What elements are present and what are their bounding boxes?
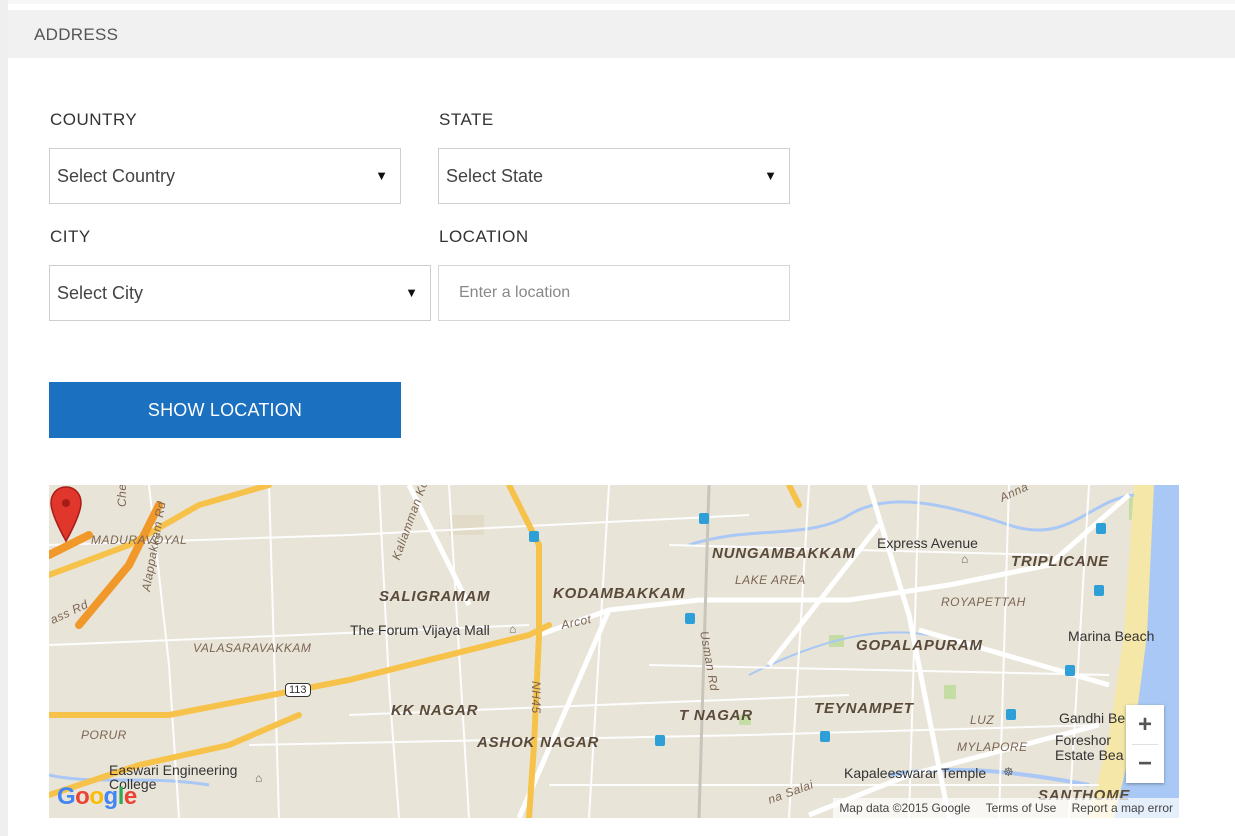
state-select[interactable]: Select State ▼	[438, 148, 790, 204]
map-poi-label: Gandhi Be	[1059, 710, 1126, 726]
zoom-controls: + −	[1126, 705, 1164, 783]
map-area-label: MADURAVOYAL	[91, 533, 188, 547]
map-area-label: TEYNAMPET	[814, 700, 914, 717]
section-header: ADDRESS	[8, 10, 1235, 58]
chevron-down-icon: ▼	[375, 168, 388, 183]
map-area-label: ASHOK NAGAR	[477, 734, 600, 751]
location-label: LOCATION	[439, 227, 529, 246]
map-poi-label: Foreshor Estate Bea	[1055, 732, 1124, 763]
shopping-bag-icon: ⌂	[961, 552, 969, 566]
map-poi-label: Express Avenue	[877, 535, 978, 551]
map-area-label: TRIPLICANE	[1011, 553, 1109, 570]
country-select-value: Select Country	[57, 166, 176, 186]
map-area-label: GOPALAPURAM	[856, 637, 983, 654]
country-select[interactable]: Select Country ▼	[49, 148, 401, 204]
map-data-credit: Map data ©2015 Google	[839, 801, 971, 815]
temple-icon: ☸	[1003, 765, 1014, 779]
school-icon: ⌂	[255, 771, 263, 785]
terms-of-use-link[interactable]: Terms of Use	[986, 801, 1057, 815]
chevron-down-icon: ▼	[764, 168, 777, 183]
map-area-label: SALIGRAMAM	[379, 588, 491, 605]
map-area-label: PORUR	[81, 728, 127, 742]
map-small-label: LAKE AREA	[735, 573, 806, 587]
report-map-error-link[interactable]: Report a map error	[1072, 801, 1173, 815]
map-road-label: Che	[115, 485, 129, 507]
location-input[interactable]	[438, 265, 790, 321]
map-attribution: Map data ©2015 Google Terms of Use Repor…	[833, 798, 1179, 818]
city-label: CITY	[50, 227, 91, 246]
map-small-label: MYLAPORE	[957, 740, 1028, 754]
city-select[interactable]: Select City ▼	[49, 265, 431, 321]
map-area-label: T NAGAR	[679, 707, 753, 724]
chevron-down-icon: ▼	[405, 285, 418, 300]
zoom-in-button[interactable]: +	[1126, 705, 1164, 744]
shopping-bag-icon: ⌂	[509, 622, 517, 636]
map-view[interactable]: NUNGAMBAKKAM TRIPLICANE MADURAVOYAL SALI…	[49, 485, 1179, 818]
panel-top-edge	[0, 0, 1235, 4]
map-poi-label: Marina Beach	[1068, 628, 1155, 644]
section-title: ADDRESS	[34, 25, 119, 44]
map-poi-label: The Forum Vijaya Mall	[350, 622, 490, 638]
map-small-label: LUZ	[970, 713, 995, 727]
state-select-value: Select State	[446, 166, 544, 186]
state-label: STATE	[439, 110, 494, 129]
map-area-label: VALASARAVAKKAM	[193, 641, 312, 655]
map-pin-icon[interactable]	[49, 485, 83, 543]
map-small-label: ROYAPETTAH	[941, 595, 1026, 609]
zoom-out-button[interactable]: −	[1126, 744, 1164, 783]
google-logo: Google	[57, 783, 137, 810]
route-shield: 113	[285, 683, 311, 697]
map-area-label: NUNGAMBAKKAM	[712, 545, 856, 562]
map-area-label: KODAMBAKKAM	[553, 585, 686, 602]
show-location-button[interactable]: SHOW LOCATION	[49, 382, 401, 438]
country-label: COUNTRY	[50, 110, 138, 129]
address-panel: ADDRESS COUNTRY Select Country ▼ STATE S…	[0, 0, 1235, 836]
panel-left-edge	[0, 0, 8, 836]
map-area-label: KK NAGAR	[391, 702, 479, 719]
map-poi-label: Kapaleeswarar Temple	[844, 765, 987, 781]
map-road-label: NH45	[529, 681, 543, 714]
city-select-value: Select City	[57, 283, 144, 303]
